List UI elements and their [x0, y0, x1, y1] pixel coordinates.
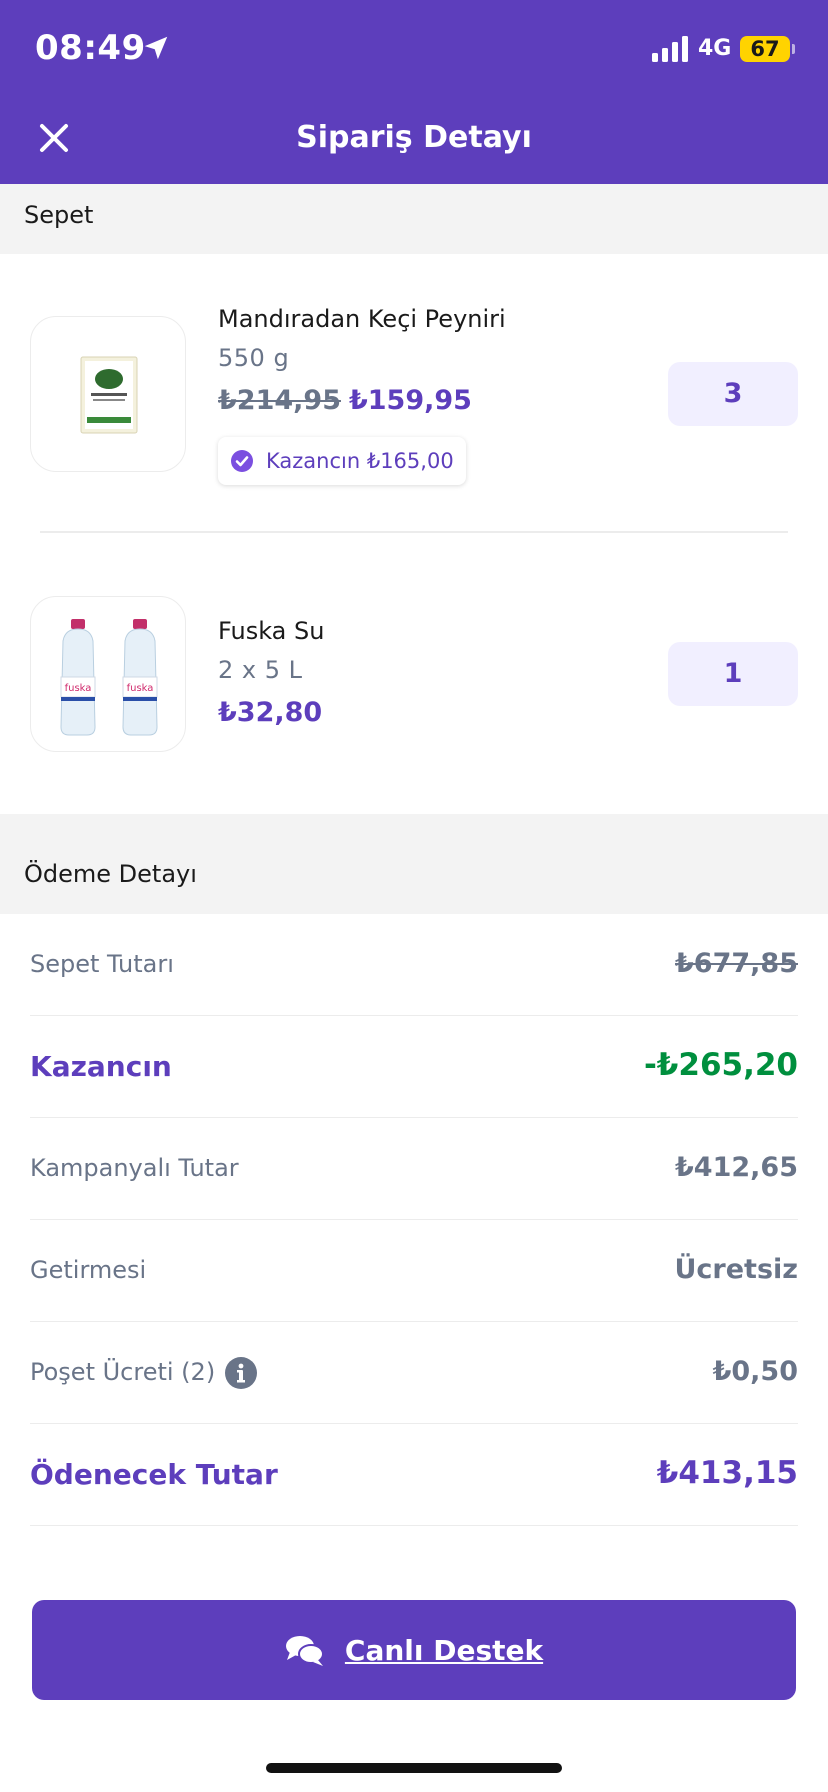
- product-size: 550 g: [218, 344, 290, 372]
- battery-icon: 67: [740, 36, 790, 62]
- row-value: ₺412,65: [675, 1152, 798, 1183]
- home-indicator[interactable]: [266, 1763, 562, 1773]
- row-value: ₺0,50: [712, 1356, 798, 1387]
- savings-badge-label: Kazancın ₺165,00: [266, 449, 454, 473]
- cart-section-header: Sepet: [0, 184, 828, 254]
- row-value: -₺265,20: [643, 1047, 798, 1083]
- info-icon[interactable]: [224, 1356, 258, 1390]
- location-arrow-icon: [144, 36, 168, 60]
- check-circle-icon: [231, 450, 253, 472]
- row-label: Ödenecek Tutar: [30, 1458, 278, 1491]
- svg-text:fuska: fuska: [127, 683, 154, 694]
- app-header: 08:49 4G 67 Sipariş Detayı: [0, 0, 828, 184]
- payment-row-savings: Kazancın -₺265,20: [30, 1016, 798, 1118]
- page-title: Sipariş Detayı: [296, 120, 532, 155]
- battery-cap: [792, 44, 795, 54]
- quantity-stepper[interactable]: 3: [668, 362, 798, 426]
- row-label: Kampanyalı Tutar: [30, 1154, 239, 1182]
- quantity-stepper[interactable]: 1: [668, 642, 798, 706]
- current-price: ₺159,95: [348, 385, 472, 416]
- row-value: ₺413,15: [656, 1455, 798, 1491]
- row-value: Ücretsiz: [674, 1254, 798, 1285]
- payment-row-delivery: Getirmesi Ücretsiz: [30, 1220, 798, 1322]
- old-price: ₺214,95: [218, 385, 341, 416]
- battery-level: 67: [750, 37, 780, 61]
- row-value: ₺677,85: [675, 948, 798, 979]
- svg-text:fuska: fuska: [65, 683, 92, 694]
- payment-section-title: Ödeme Detayı: [24, 860, 197, 888]
- savings-badge: Kazancın ₺165,00: [218, 437, 466, 485]
- row-label: Poşet Ücreti (2): [30, 1358, 216, 1386]
- status-time: 08:49: [35, 28, 146, 68]
- product-name: Mandıradan Keçi Peyniri: [218, 305, 506, 333]
- product-size: 2 x 5 L: [218, 656, 303, 684]
- product-name: Fuska Su: [218, 617, 325, 645]
- payment-row-basket-total: Sepet Tutarı ₺677,85: [30, 914, 798, 1016]
- cart-section-title: Sepet: [24, 201, 94, 229]
- payment-row-bag-fee: Poşet Ücreti (2) ₺0,50: [30, 1322, 798, 1424]
- cheese-package-icon: [80, 356, 138, 434]
- chat-bubbles-icon: [285, 1636, 324, 1666]
- product-image-water[interactable]: fuska fuska: [30, 596, 186, 752]
- current-price: ₺32,80: [218, 697, 323, 728]
- row-label: Sepet Tutarı: [30, 950, 174, 978]
- payment-section-header: Ödeme Detayı: [0, 814, 828, 914]
- product-image-goat-cheese[interactable]: [30, 316, 186, 472]
- live-support-label: Canlı Destek: [344, 1633, 544, 1667]
- price-row: ₺214,95 ₺159,95: [218, 385, 472, 416]
- network-type: 4G: [698, 36, 732, 61]
- live-support-button[interactable]: Canlı Destek: [32, 1600, 796, 1700]
- item-divider: [40, 531, 788, 533]
- row-label: Getirmesi: [30, 1256, 147, 1284]
- row-label: Kazancın: [30, 1050, 172, 1083]
- price-row: ₺32,80: [218, 697, 322, 728]
- payment-row-amount-due: Ödenecek Tutar ₺413,15: [30, 1424, 798, 1526]
- water-bottles-icon: fuska fuska: [60, 619, 158, 736]
- payment-row-campaign-total: Kampanyalı Tutar ₺412,65: [30, 1118, 798, 1220]
- signal-icon: [652, 36, 688, 62]
